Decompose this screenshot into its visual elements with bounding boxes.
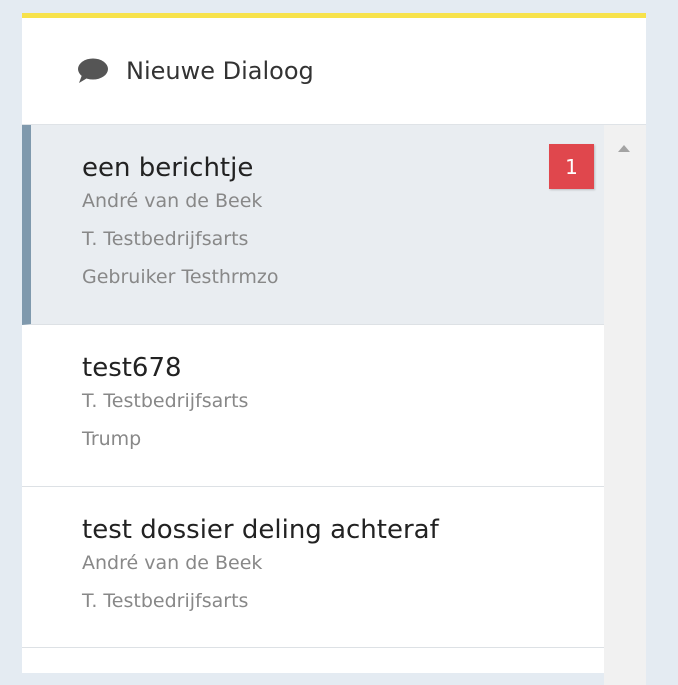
dialog-participant: T. Testbedrijfsarts — [82, 590, 249, 612]
dialog-title: test678 — [82, 353, 182, 383]
dialog-item[interactable]: een berichtje André van de Beek T. Testb… — [22, 125, 604, 325]
new-dialog-label: Nieuwe Dialoog — [126, 57, 314, 85]
dialog-participant: T. Testbedrijfsarts — [82, 390, 249, 412]
unread-count-badge: 1 — [549, 144, 594, 189]
dialog-participant: André van de Beek — [82, 552, 263, 574]
new-dialog-button[interactable]: Nieuwe Dialoog — [22, 18, 646, 125]
dialog-participant: T. Testbedrijfsarts — [82, 228, 249, 250]
dialog-title: test dossier deling achteraf — [82, 515, 439, 545]
scroll-up-arrow-icon[interactable] — [618, 145, 630, 152]
dialog-list: een berichtje André van de Beek T. Testb… — [22, 125, 604, 648]
dialog-list-area: een berichtje André van de Beek T. Testb… — [22, 125, 646, 685]
chat-bubble-icon — [78, 58, 108, 83]
dialog-item[interactable]: test678 T. Testbedrijfsarts Trump — [22, 325, 604, 487]
dialog-list-scrollbar[interactable] — [604, 125, 646, 685]
dialog-participant: Trump — [82, 428, 142, 450]
dialog-panel: Nieuwe Dialoog een berichtje André van d… — [22, 13, 646, 685]
dialog-participant: André van de Beek — [82, 190, 263, 212]
dialog-item[interactable]: test dossier deling achteraf André van d… — [22, 487, 604, 648]
dialog-title: een berichtje — [82, 153, 254, 183]
dialog-participant: Gebruiker Testhrmzo — [82, 266, 279, 288]
